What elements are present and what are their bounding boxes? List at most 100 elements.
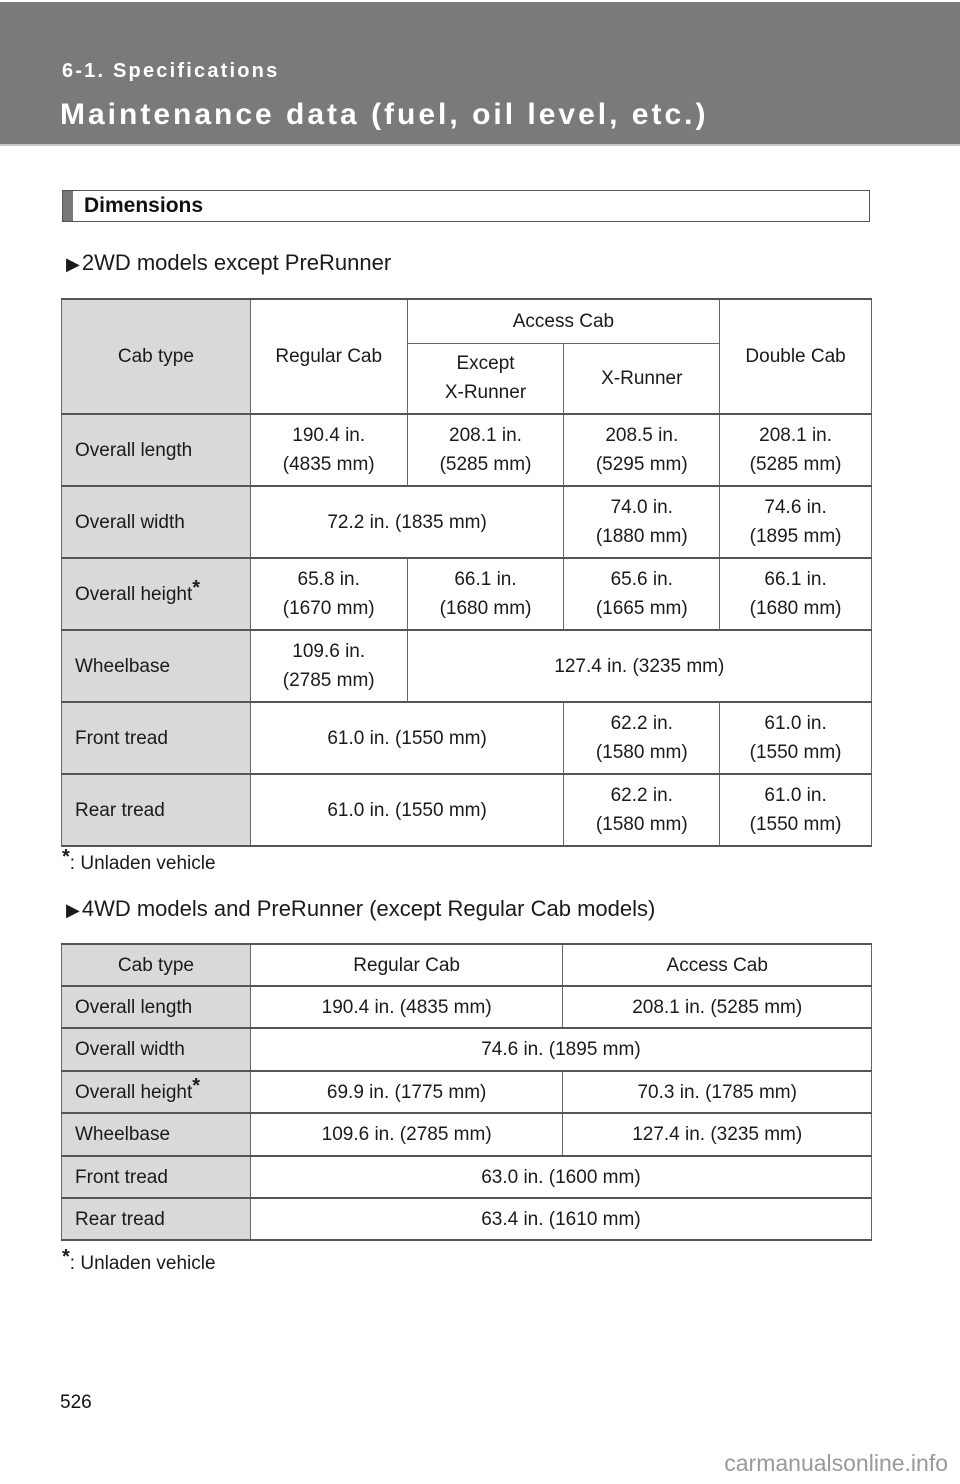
table-row: Rear tread 61.0 in. (1550 mm) 62.2 in. (1…	[61, 773, 872, 847]
cell: 74.6 in. (1895 mm)	[719, 485, 872, 559]
cell-in: 66.1 in.	[454, 569, 517, 590]
table-row: Overall height* 69.9 in. (1775 mm) 70.3 …	[61, 1070, 872, 1114]
row-label: Wheelbase	[61, 1112, 251, 1157]
cell: 109.6 in. (2785 mm)	[249, 629, 408, 703]
cell: 74.6 in. (1895 mm)	[249, 1027, 873, 1072]
page-number: 526	[60, 1392, 92, 1413]
cell: 74.0 in. (1880 mm)	[563, 485, 721, 559]
cell-in: 62.2 in.	[610, 713, 673, 734]
row-label: Rear tread	[61, 1197, 251, 1241]
header-regular-cab: Regular Cab	[249, 943, 564, 987]
cell-in: 208.1 in.	[759, 425, 833, 446]
dimensions-table-4wd: Cab type Regular Cab Access Cab Overall …	[61, 943, 873, 1241]
cell: 190.4 in. (4835 mm)	[249, 413, 408, 487]
cell-in: 109.6 in.	[292, 641, 366, 662]
cell-mm: (1550 mm)	[749, 742, 842, 763]
table-4wd-heading: ▶4WD models and PreRunner (except Regula…	[66, 896, 655, 922]
cell: 65.8 in. (1670 mm)	[249, 557, 408, 631]
footnote-text: : Unladen vehicle	[69, 1253, 216, 1274]
dimensions-table-2wd: Cab type Regular Cab Access Cab Double C…	[61, 298, 873, 847]
table-row: Overall length 190.4 in. (4835 mm) 208.1…	[61, 985, 872, 1029]
cell: 66.1 in. (1680 mm)	[406, 557, 565, 631]
header-xrunner: X-Runner	[563, 342, 721, 415]
table-row: Wheelbase 109.6 in. (2785 mm) 127.4 in. …	[61, 1112, 872, 1157]
footnote-2wd: *: Unladen vehicle	[62, 847, 216, 875]
header-regular-cab: Regular Cab	[249, 298, 408, 415]
cell-in: 208.1 in.	[449, 425, 522, 446]
row-label: Overall length	[61, 985, 251, 1029]
cell: 208.1 in. (5285 mm)	[562, 985, 872, 1029]
section-label: 6-1. Specifications	[62, 60, 280, 82]
cell-mm: (1580 mm)	[595, 742, 688, 763]
cell: 208.5 in. (5295 mm)	[563, 413, 721, 487]
table-row: Rear tread 63.4 in. (1610 mm)	[61, 1197, 873, 1241]
cell-mm: (5285 mm)	[439, 454, 532, 475]
header-except-line1: Except	[456, 353, 515, 375]
header-cab-type: Cab type	[61, 298, 251, 415]
cell: 208.1 in. (5285 mm)	[719, 413, 872, 487]
table-row: Front tread 61.0 in. (1550 mm) 62.2 in. (…	[61, 701, 872, 775]
cell-mm: (5295 mm)	[595, 454, 688, 475]
cell: 66.1 in. (1680 mm)	[719, 557, 872, 631]
header-except-xrunner: Except X-Runner	[406, 342, 565, 415]
cell-in: 61.0 in.	[764, 713, 827, 734]
watermark-link[interactable]: carmanualsonline.info	[724, 1450, 948, 1477]
cell-mm: (1880 mm)	[595, 526, 688, 547]
cell: 61.0 in. (1550 mm)	[249, 701, 565, 775]
cell-in: 74.6 in.	[764, 497, 827, 518]
cell: 62.2 in. (1580 mm)	[563, 773, 721, 847]
table-header-row: Cab type Regular Cab Access Cab	[61, 943, 872, 987]
cell: 61.0 in. (1550 mm)	[249, 773, 565, 847]
cell-mm: (1680 mm)	[749, 598, 842, 619]
row-label: Overall height*	[61, 557, 251, 631]
cell-in: 74.0 in.	[610, 497, 673, 518]
table-2wd-heading: ▶2WD models except PreRunner	[66, 250, 391, 276]
cell: 63.4 in. (1610 mm)	[249, 1197, 873, 1241]
cell: 65.6 in. (1665 mm)	[563, 557, 721, 631]
header-access-cab: Access Cab	[406, 298, 721, 344]
header-double-cab: Double Cab	[719, 298, 872, 415]
table-row: Overall width 74.6 in. (1895 mm)	[61, 1027, 873, 1072]
cell: 127.4 in. (3235 mm)	[562, 1112, 872, 1157]
table-header-row: Cab type Regular Cab Access Cab Double C…	[61, 298, 872, 415]
table-row: Wheelbase 109.6 in. (2785 mm) 127.4 in. (…	[61, 629, 873, 703]
cell-mm: (1550 mm)	[749, 814, 842, 835]
row-label: Front tread	[61, 1155, 251, 1199]
header-cab-type: Cab type	[61, 943, 251, 987]
row-label: Front tread	[61, 701, 251, 775]
cell-mm: (1895 mm)	[749, 526, 842, 547]
header-except-line2: X-Runner	[444, 382, 527, 404]
cell-mm: (1665 mm)	[595, 598, 688, 619]
cell: 63.0 in. (1600 mm)	[249, 1155, 873, 1199]
subheading-accent-bar	[63, 191, 73, 221]
cell-mm: (1580 mm)	[595, 814, 688, 835]
row-label: Wheelbase	[61, 629, 251, 703]
footnote-4wd: *: Unladen vehicle	[62, 1247, 216, 1275]
footnote-text: : Unladen vehicle	[69, 853, 216, 874]
cell: 127.4 in. (3235 mm)	[406, 629, 873, 703]
cell-in: 208.5 in.	[605, 425, 679, 446]
footnote-marker: *	[62, 1246, 70, 1268]
cell: 72.2 in. (1835 mm)	[249, 485, 565, 559]
page-title: Maintenance data (fuel, oil level, etc.)	[60, 98, 709, 131]
row-label-text: Overall height	[75, 583, 193, 605]
cell-mm: (5285 mm)	[749, 454, 842, 475]
cell-mm: (1680 mm)	[439, 598, 532, 619]
right-triangle-icon: ▶	[66, 900, 80, 920]
row-label: Rear tread	[61, 773, 251, 847]
cell-in: 190.4 in.	[292, 425, 366, 446]
cell-in: 65.8 in.	[297, 569, 360, 590]
cell: 208.1 in. (5285 mm)	[406, 413, 565, 487]
row-label: Overall width	[61, 485, 251, 559]
table-row: Overall length 190.4 in. (4835 mm) 208.1 …	[61, 413, 872, 487]
cell-mm: (4835 mm)	[282, 454, 375, 475]
cell: 109.6 in. (2785 mm)	[249, 1112, 564, 1157]
cell-in: 66.1 in.	[764, 569, 827, 590]
header-access-cab: Access Cab	[562, 943, 872, 987]
row-label-text: Overall height	[75, 1081, 193, 1103]
cell-in: 61.0 in.	[764, 785, 827, 806]
right-triangle-icon: ▶	[66, 254, 80, 274]
table-row: Overall height* 65.8 in. (1670 mm) 66.1 i…	[61, 557, 872, 631]
row-label: Overall width	[61, 1027, 251, 1072]
footnote-marker: *	[192, 1074, 201, 1097]
